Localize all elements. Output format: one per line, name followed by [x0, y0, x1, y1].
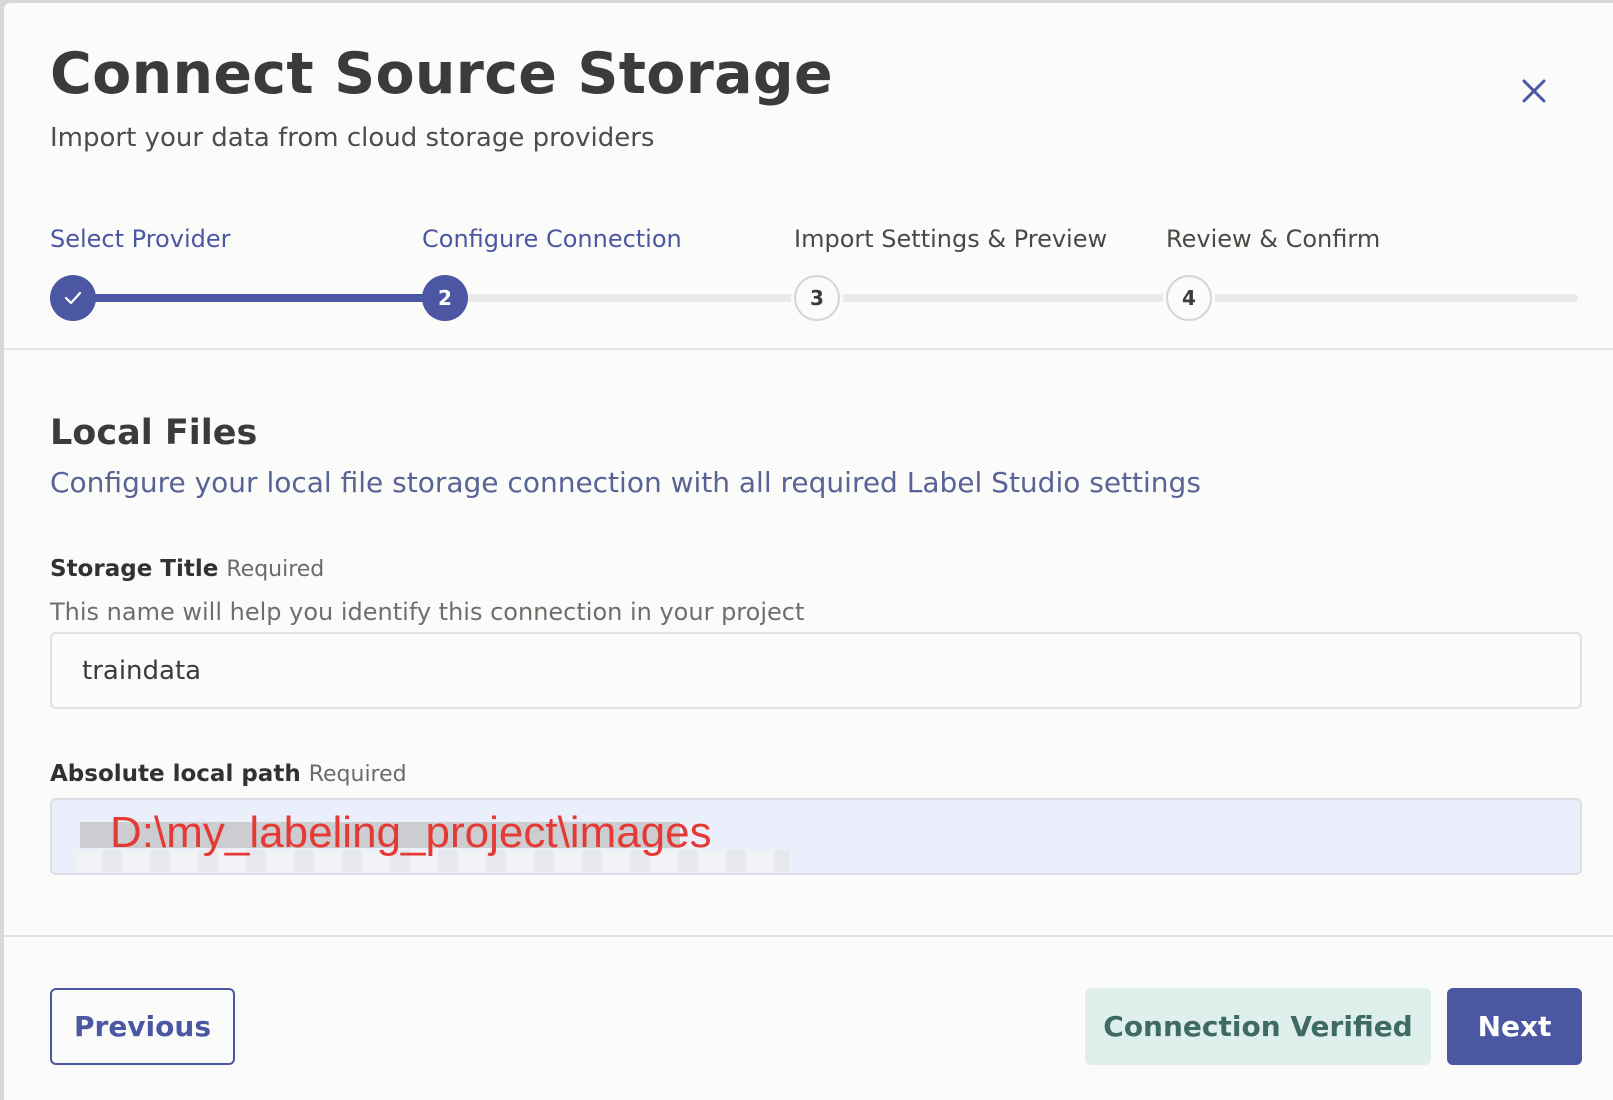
storage-title-label-text: Storage Title	[50, 556, 219, 582]
step-1-indicator[interactable]	[50, 275, 96, 321]
step-4-indicator: 4	[1166, 275, 1212, 321]
step-label-review-confirm: Review & Confirm	[1166, 225, 1381, 253]
stepper-track-completed	[72, 294, 452, 302]
local-path-label-text: Absolute local path	[50, 761, 301, 787]
required-tag: Required	[308, 762, 407, 787]
previous-button[interactable]: Previous	[50, 988, 235, 1065]
close-button[interactable]	[1514, 71, 1554, 111]
step-label-select-provider[interactable]: Select Provider	[50, 225, 230, 253]
progress-stepper: Select Provider Configure Connection Imp…	[50, 225, 1580, 335]
section-title: Local Files	[50, 413, 258, 453]
storage-title-input[interactable]: traindata	[50, 632, 1582, 709]
connect-storage-dialog: Connect Source Storage Import your data …	[4, 3, 1613, 1100]
checkmark-icon	[64, 291, 82, 305]
local-path-input[interactable]: D:\my_labeling_project\images	[50, 798, 1582, 875]
footer-divider	[4, 935, 1613, 937]
section-description: Configure your local file storage connec…	[50, 466, 1201, 499]
local-path-label: Absolute local path Required	[50, 761, 407, 787]
dialog-title: Connect Source Storage	[50, 41, 833, 107]
close-icon	[1522, 79, 1546, 103]
dialog-subtitle: Import your data from cloud storage prov…	[50, 123, 655, 153]
step-3-indicator: 3	[794, 275, 840, 321]
connection-verified-button[interactable]: Connection Verified	[1085, 988, 1431, 1065]
storage-title-help: This name will help you identify this co…	[50, 598, 805, 626]
required-tag: Required	[226, 557, 325, 582]
dialog-header: Connect Source Storage Import your data …	[50, 39, 1573, 153]
stepper-track-remaining	[452, 294, 1578, 302]
step-label-import-settings: Import Settings & Preview	[794, 225, 1108, 253]
header-divider	[4, 348, 1613, 350]
step-2-indicator[interactable]: 2	[422, 275, 468, 321]
storage-title-label: Storage Title Required	[50, 556, 324, 582]
step-label-configure-connection[interactable]: Configure Connection	[422, 225, 682, 253]
local-path-value: D:\my_labeling_project\images	[110, 808, 712, 857]
storage-title-value: traindata	[82, 655, 202, 686]
next-button[interactable]: Next	[1447, 988, 1582, 1065]
